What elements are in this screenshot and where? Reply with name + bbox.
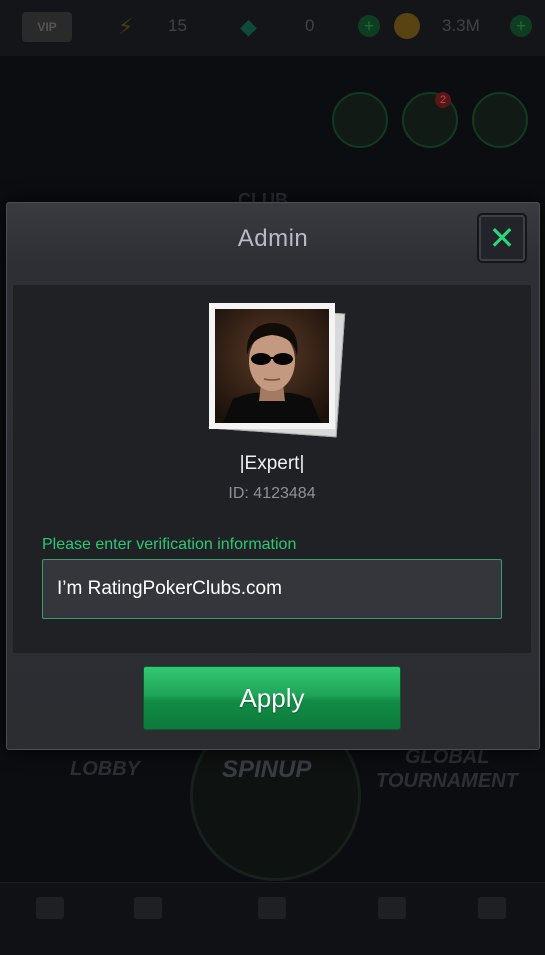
chart-icon: [378, 897, 406, 919]
close-icon: ✕: [488, 220, 516, 256]
mail-button[interactable]: [472, 92, 528, 148]
vip-badge[interactable]: VIP: [22, 12, 72, 42]
nav-clubs[interactable]: [118, 897, 178, 943]
verification-label: Please enter verification information: [42, 536, 297, 553]
top-status-bar: VIP ⚡ 15 ◆ 0 + 3.3M +: [0, 0, 545, 56]
admin-dialog: Admin ✕ |Expert| ID: 4123484 Please ente…: [6, 202, 540, 750]
lightning-icon: ⚡: [118, 14, 134, 39]
notification-badge: 2: [435, 92, 451, 108]
avatar-frame: [208, 303, 347, 438]
add-coins-button[interactable]: +: [510, 15, 532, 37]
avatar-photo: [215, 309, 329, 423]
club-icon: [134, 897, 162, 919]
close-button[interactable]: ✕: [477, 213, 527, 263]
lobby-label[interactable]: LOBBY: [70, 758, 140, 781]
user-icon: [478, 897, 506, 919]
player-id: ID: 4123484: [228, 485, 316, 502]
bottom-nav: [0, 882, 545, 955]
add-gems-button[interactable]: +: [358, 15, 380, 37]
nav-stats[interactable]: [362, 897, 422, 943]
player-name: |Expert|: [239, 453, 305, 474]
spinup-label: SPINUP: [222, 756, 312, 783]
coins-count: 3.3M: [442, 16, 480, 35]
nav-home[interactable]: [242, 897, 302, 943]
coin-icon: [394, 13, 420, 39]
dialog-title: Admin: [237, 225, 309, 252]
calendar-button[interactable]: [332, 92, 388, 148]
gems-count: 0: [305, 16, 315, 35]
spade-icon: [258, 897, 286, 919]
verification-input[interactable]: [42, 559, 502, 619]
apply-button[interactable]: Apply: [143, 666, 401, 730]
energy-count: 15: [168, 16, 187, 35]
tournament-label[interactable]: TOURNAMENT: [376, 770, 518, 793]
gem-icon: ◆: [240, 14, 257, 39]
nav-shop[interactable]: [20, 897, 80, 943]
cart-icon: [36, 897, 64, 919]
avatar: [209, 303, 335, 429]
dialog-panel: |Expert| ID: 4123484 Please enter verifi…: [13, 285, 531, 653]
nav-profile[interactable]: [462, 897, 522, 943]
